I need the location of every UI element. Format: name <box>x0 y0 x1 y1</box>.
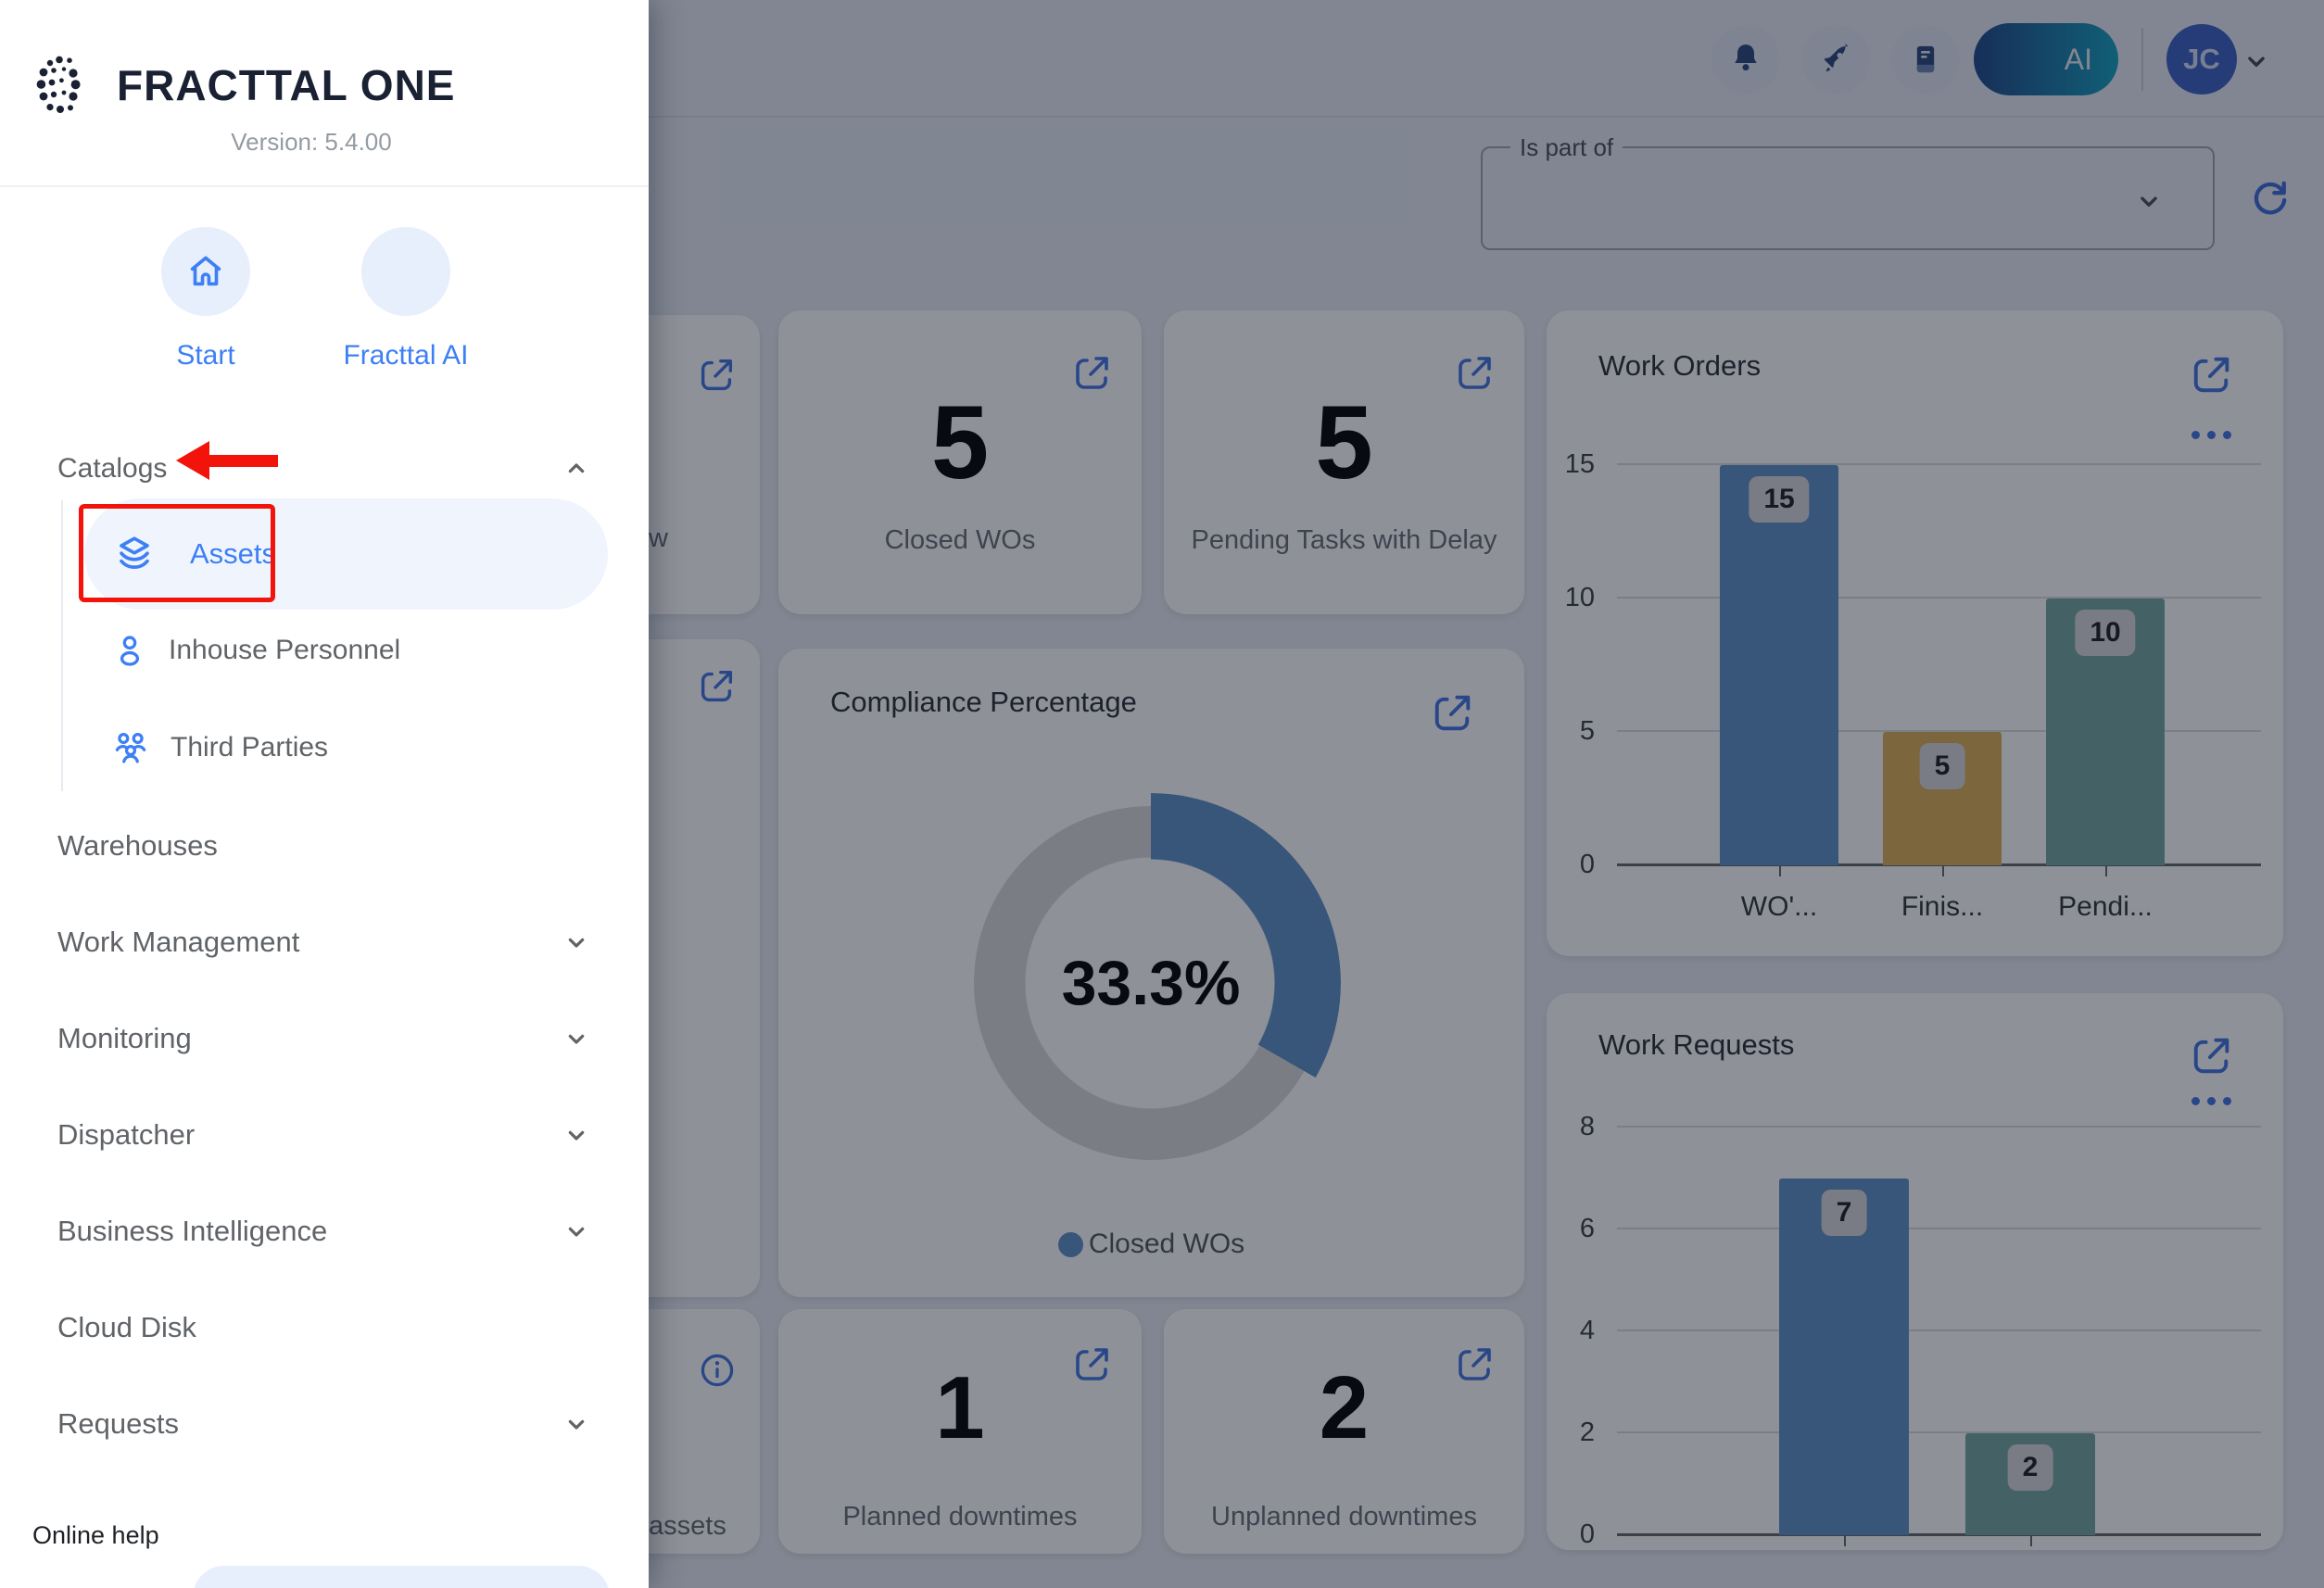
group-label: Catalogs <box>57 453 167 485</box>
sidebar-item-label: Requests <box>57 1407 179 1441</box>
chevron-down-icon <box>562 1024 591 1053</box>
drawer-bottom-pill[interactable] <box>193 1566 610 1588</box>
sidebar-item-label: Warehouses <box>57 829 218 863</box>
sidebar-item-label: Start <box>113 340 298 372</box>
sidebar-item-third-parties[interactable]: Third Parties <box>109 726 328 769</box>
app-version: Version: 5.4.00 <box>89 128 534 157</box>
sidebar-item-dispatcher[interactable]: Dispatcher <box>57 1109 591 1161</box>
sidebar-item-work-management[interactable]: Work Management <box>57 916 591 968</box>
submenu-indent-line <box>61 500 63 791</box>
annotation-arrow <box>176 441 278 480</box>
sidebar-item-label: Inhouse Personnel <box>169 635 400 666</box>
sidebar-item-warehouses[interactable]: Warehouses <box>57 820 591 872</box>
sidebar-item-label: Work Management <box>57 926 299 959</box>
fracttal-logo-icon <box>33 52 96 119</box>
online-help-link[interactable]: Online help <box>32 1521 159 1550</box>
sidebar-item-label: Dispatcher <box>57 1118 195 1152</box>
sidebar-item-requests[interactable]: Requests <box>57 1398 591 1450</box>
drawer-divider <box>0 185 649 187</box>
people-icon <box>109 726 152 769</box>
sidebar-item-label: Third Parties <box>171 732 328 763</box>
sidebar-item-cloud-disk[interactable]: Cloud Disk <box>57 1302 591 1354</box>
sidebar-item-label: Monitoring <box>57 1022 192 1055</box>
sidebar-item-inhouse-personnel[interactable]: Inhouse Personnel <box>109 630 400 671</box>
fracttal-app: AI JC Is part of <box>0 0 2324 1588</box>
home-icon <box>184 250 227 293</box>
sidebar-item-start[interactable]: Start <box>113 227 298 372</box>
sidebar-item-monitoring[interactable]: Monitoring <box>57 1013 591 1065</box>
chevron-down-icon <box>562 927 591 957</box>
sidebar-item-label: Fracttal AI <box>313 340 499 372</box>
fracttal-ai-circle <box>361 227 450 316</box>
brand-name: FRACTTAL ONE <box>117 60 456 110</box>
navigation-drawer: FRACTTAL ONE Version: 5.4.00 Start Fract… <box>0 0 649 1588</box>
chevron-down-icon <box>562 1409 591 1439</box>
sidebar-item-fracttal-ai[interactable]: Fracttal AI <box>313 227 499 372</box>
chevron-up-icon <box>562 454 591 484</box>
annotation-box <box>79 504 275 602</box>
sidebar-item-business-intelligence[interactable]: Business Intelligence <box>57 1205 591 1257</box>
chevron-down-icon <box>562 1120 591 1150</box>
sidebar-item-label: Business Intelligence <box>57 1215 327 1248</box>
sidebar-group-catalogs[interactable]: Catalogs <box>57 443 591 495</box>
person-icon <box>109 630 150 671</box>
chevron-down-icon <box>562 1216 591 1246</box>
sidebar-item-label: Cloud Disk <box>57 1311 196 1344</box>
brand: FRACTTAL ONE <box>33 52 456 119</box>
